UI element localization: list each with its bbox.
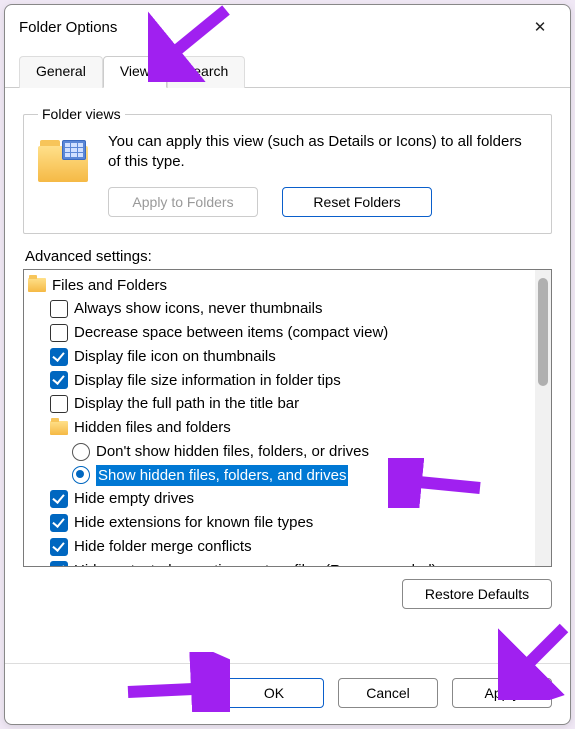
folder-views-icon (38, 132, 92, 182)
tree-group-hidden-files: Hidden files and folders (28, 416, 533, 440)
reset-folders-button[interactable]: Reset Folders (282, 187, 432, 217)
folder-views-group: Folder views You can apply this view (su… (23, 106, 552, 234)
tree-group-files-folders: Files and Folders (28, 274, 533, 298)
folder-options-dialog: Folder Options ✕ General View Search Fol… (4, 4, 571, 725)
tree-item[interactable]: Decrease space between items (compact vi… (28, 321, 533, 345)
title-bar: Folder Options ✕ (5, 5, 570, 47)
ok-button[interactable]: OK (224, 678, 324, 708)
radio-icon[interactable] (72, 466, 90, 484)
apply-to-folders-button[interactable]: Apply to Folders (108, 187, 258, 217)
tree-item[interactable]: Always show icons, never thumbnails (28, 297, 533, 321)
tree-item[interactable]: Hide folder merge conflicts (28, 535, 533, 559)
window-title: Folder Options (19, 19, 117, 36)
checkbox-icon[interactable] (50, 371, 68, 389)
checkbox-icon[interactable] (50, 324, 68, 342)
scrollbar-thumb[interactable] (538, 278, 548, 386)
tab-strip: General View Search (5, 55, 570, 88)
apply-button[interactable]: Apply (452, 678, 552, 708)
checkbox-icon[interactable] (50, 514, 68, 532)
checkbox-icon[interactable] (50, 348, 68, 366)
tree-radio-show-hidden[interactable]: Show hidden files, folders, and drives (28, 464, 533, 488)
folder-views-legend: Folder views (38, 106, 125, 122)
tree-item[interactable]: Display file size information in folder … (28, 369, 533, 393)
close-icon: ✕ (534, 18, 547, 36)
checkbox-icon[interactable] (50, 395, 68, 413)
tree-item[interactable]: Display file icon on thumbnails (28, 345, 533, 369)
tab-content-view: Folder views You can apply this view (su… (5, 88, 570, 619)
tab-view[interactable]: View (103, 56, 167, 88)
tab-general[interactable]: General (19, 56, 103, 88)
checkbox-icon[interactable] (50, 300, 68, 318)
radio-icon[interactable] (72, 443, 90, 461)
checkbox-icon[interactable] (50, 561, 68, 565)
checkbox-icon[interactable] (50, 490, 68, 508)
folder-views-description: You can apply this view (such as Details… (108, 132, 537, 173)
selected-option-label: Show hidden files, folders, and drives (96, 465, 348, 487)
tree-item[interactable]: Hide empty drives (28, 487, 533, 511)
tab-search[interactable]: Search (167, 56, 245, 88)
advanced-settings-tree[interactable]: Files and Folders Always show icons, nev… (23, 269, 552, 567)
folder-icon (50, 421, 68, 435)
tree-radio-dont-show-hidden[interactable]: Don't show hidden files, folders, or dri… (28, 440, 533, 464)
restore-defaults-button[interactable]: Restore Defaults (402, 579, 552, 609)
tree-item[interactable]: Display the full path in the title bar (28, 392, 533, 416)
close-button[interactable]: ✕ (520, 13, 560, 41)
tree-item[interactable]: Hide protected operating system files (R… (28, 559, 533, 566)
scrollbar[interactable] (535, 270, 551, 566)
dialog-button-bar: OK Cancel Apply (5, 663, 570, 724)
folder-icon (28, 278, 46, 292)
advanced-settings-label: Advanced settings: (25, 248, 552, 265)
tree-item[interactable]: Hide extensions for known file types (28, 511, 533, 535)
checkbox-icon[interactable] (50, 538, 68, 556)
cancel-button[interactable]: Cancel (338, 678, 438, 708)
